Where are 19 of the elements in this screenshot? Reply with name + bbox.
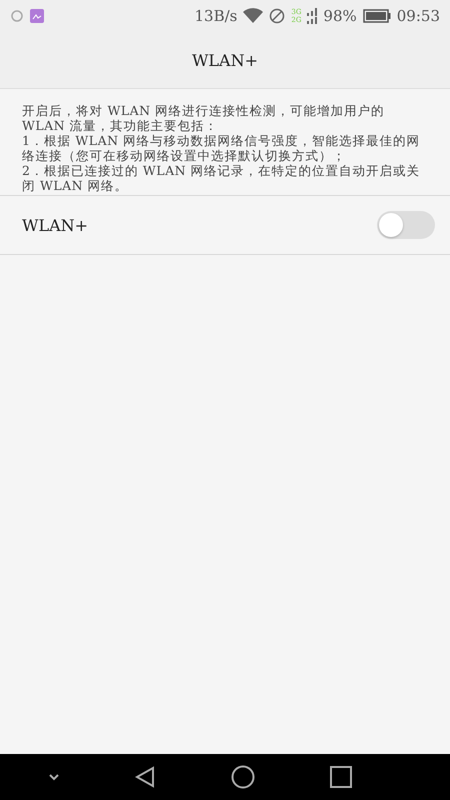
setting-label: WLAN+ xyxy=(22,216,88,234)
battery-icon xyxy=(362,9,391,23)
blocked-icon xyxy=(269,8,286,24)
clock: 09:53 xyxy=(396,7,440,25)
wifi-icon xyxy=(243,8,264,24)
notification-icon xyxy=(10,9,24,23)
back-icon[interactable] xyxy=(135,766,156,788)
network-speed: 13B/s xyxy=(194,7,238,25)
chevron-down-icon[interactable] xyxy=(48,773,60,781)
page-title: WLAN+ xyxy=(192,50,258,70)
description-text: 2．根据已连接过的 WLAN 网络记录，在特定的位置自动开启或关闭 WLAN 网络。 xyxy=(22,163,422,193)
toggle-switch[interactable] xyxy=(377,211,435,239)
description-text: 开启后，将对 WLAN 网络进行连接性检测，可能增加用户的 WLAN 流量，其功能主要包括： xyxy=(22,103,386,133)
home-icon[interactable] xyxy=(230,765,255,789)
gallery-icon xyxy=(30,9,44,23)
signal-icon xyxy=(307,8,318,24)
recents-icon[interactable] xyxy=(330,766,352,788)
description-text: 1．根据 WLAN 网络与移动数据网络信号强度，智能选择最佳的网络连接（您可在移动网络设置中选择默认切换方式）； xyxy=(22,133,422,163)
battery-percent: 98% xyxy=(323,7,357,25)
